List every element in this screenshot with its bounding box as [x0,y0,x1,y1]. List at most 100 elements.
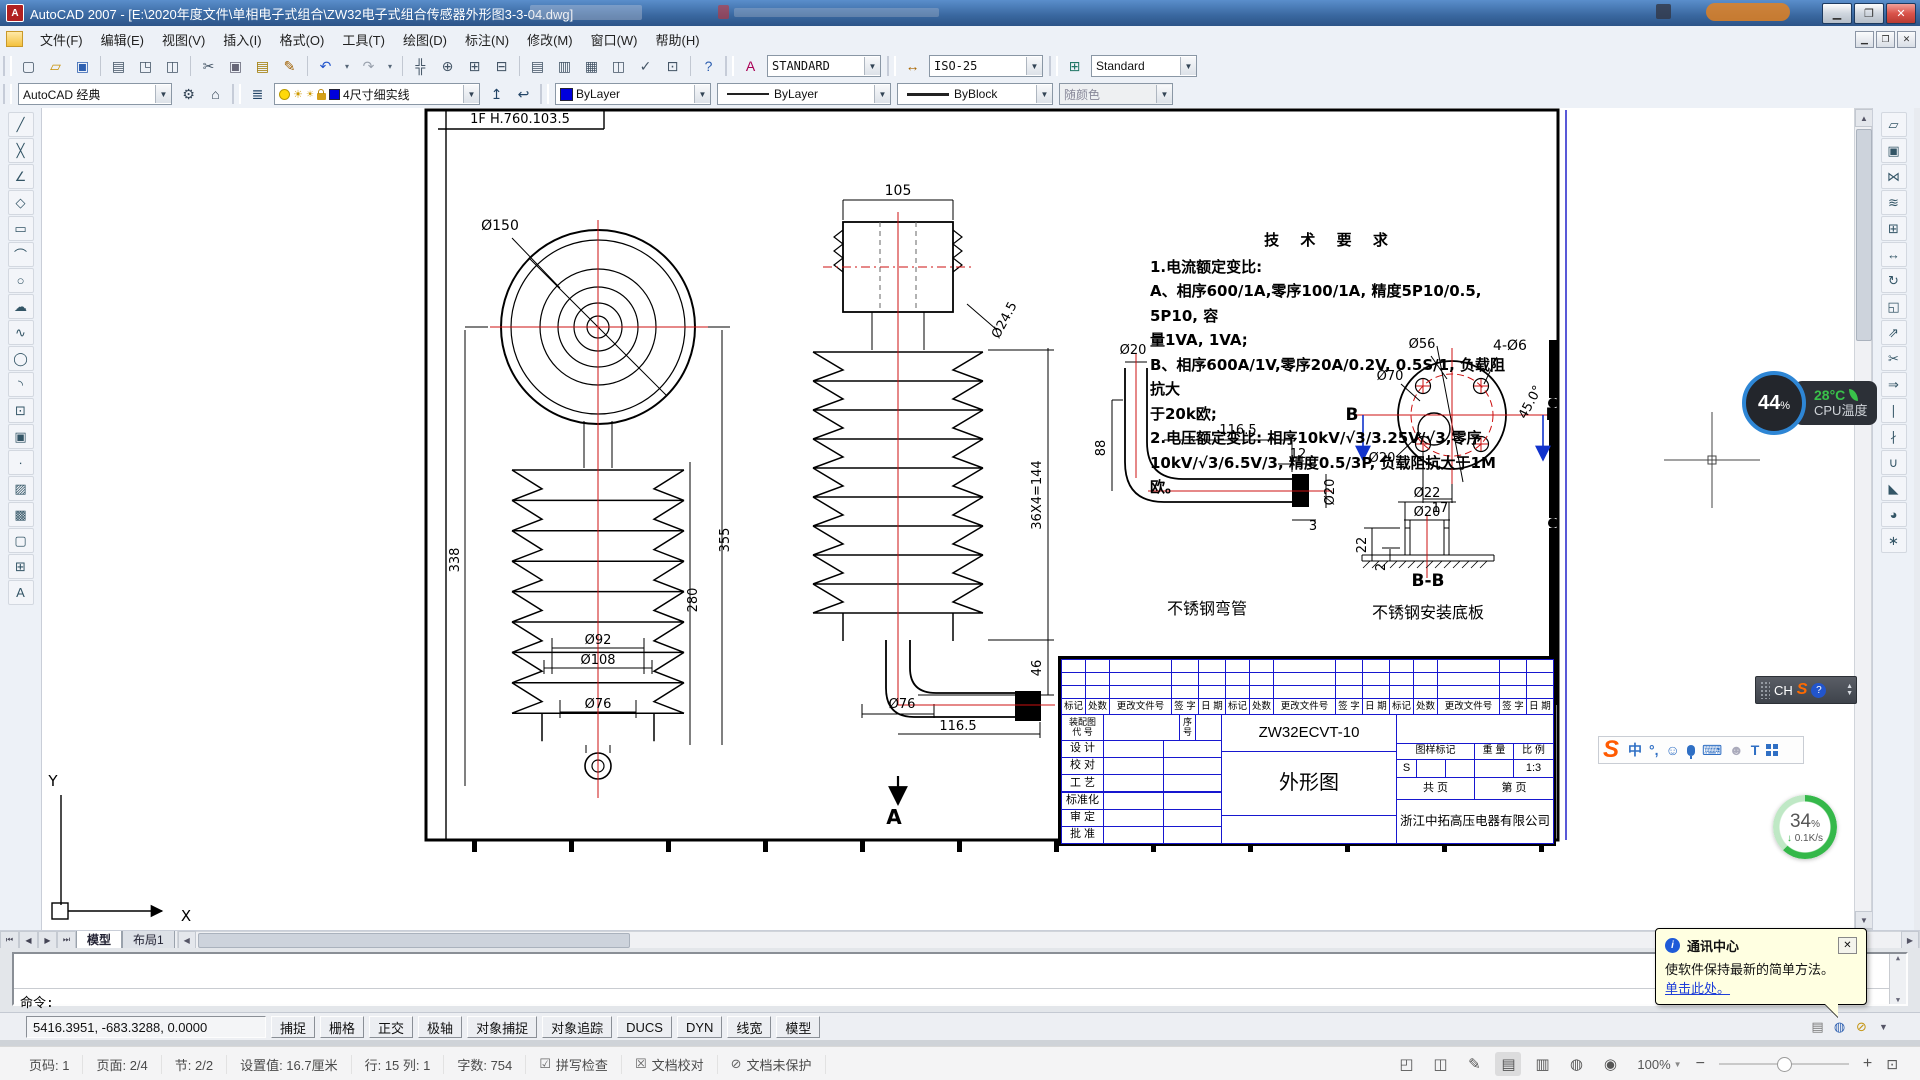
stretch-icon[interactable]: ⇗ [1881,320,1907,345]
layer-previous-icon[interactable]: ↩ [511,82,536,106]
chinese-mode-icon[interactable]: 中 [1628,740,1642,760]
first-tab-icon[interactable]: ⏮ [0,931,19,949]
text-style-combo[interactable]: STANDARD ▼ [767,55,881,77]
toolbar-grip[interactable] [1049,56,1058,76]
revision-cloud-icon[interactable]: ☁ [8,294,34,319]
gradient-icon[interactable]: ▩ [8,502,34,527]
wps-status-item[interactable]: 页面: 2/4 [83,1055,161,1074]
properties-icon[interactable]: ▤ [525,54,550,78]
region-icon[interactable]: ▢ [8,528,34,553]
table-icon[interactable]: ⊞ [8,554,34,579]
spline-icon[interactable]: ∿ [8,320,34,345]
chamfer-icon[interactable]: ◣ [1881,476,1907,501]
ellipse-icon[interactable]: ◯ [8,346,34,371]
new-file-icon[interactable]: ▢ [16,54,41,78]
color-combo[interactable]: ByLayer ▼ [555,83,711,105]
sogou-icon[interactable]: S [1797,681,1808,699]
layer-combo[interactable]: ☀ ☀ 4尺寸细实线 ▼ [274,83,480,105]
close-button[interactable]: ✕ [1886,3,1916,24]
sogou-logo-icon[interactable]: S [1603,736,1619,764]
join-icon[interactable]: ∪ [1881,450,1907,475]
ellipse-arc-icon[interactable]: ◝ [8,372,34,397]
command-prompt[interactable]: 命令: [14,989,1906,1014]
menu-d[interactable]: 绘图(D) [394,27,456,52]
polyline-icon[interactable]: ∠ [8,164,34,189]
menu-i[interactable]: 插入(I) [214,27,270,52]
copy-clip-icon[interactable]: ▣ [223,54,248,78]
zoom-previous-icon[interactable]: ⊟ [489,54,514,78]
scroll-down-icon[interactable]: ▼ [1855,911,1873,929]
toolbar-grip[interactable] [725,56,734,76]
pen-mode-icon[interactable]: ✎ [1461,1052,1487,1076]
my-workspace-icon[interactable]: ⌂ [203,82,228,106]
plot-preview-icon[interactable]: ◳ [133,54,158,78]
zoom-window-icon[interactable]: ⊞ [462,54,487,78]
tab-layout1[interactable]: 布局1 [122,931,175,949]
redo-icon[interactable]: ↷ [356,54,381,78]
prev-tab-icon[interactable]: ◀ [19,931,38,949]
save-icon[interactable]: ▣ [70,54,95,78]
circle-icon[interactable]: ○ [8,268,34,293]
line-icon[interactable]: ╱ [8,112,34,137]
trim-icon[interactable]: ✂ [1881,346,1907,371]
tool-palettes-icon[interactable]: ▦ [579,54,604,78]
zoom-realtime-icon[interactable]: ⊕ [435,54,460,78]
lineweight-combo[interactable]: ByBlock ▼ [897,83,1053,105]
layer-thaw-icon[interactable]: ☀ [293,88,303,101]
toggle-对象追踪[interactable]: 对象追踪 [542,1016,612,1038]
chevron-down-icon[interactable]: ▼ [463,85,479,103]
balloon-link[interactable]: 单击此处。 [1665,981,1730,996]
insert-block-icon[interactable]: ⊡ [8,398,34,423]
polygon-icon[interactable]: ◇ [8,190,34,215]
doc-restore-button[interactable]: ❐ [1876,31,1895,48]
explode-icon[interactable]: ∗ [1881,528,1907,553]
linetype-combo[interactable]: ByLayer ▼ [717,83,891,105]
toolbar-grip[interactable] [3,56,12,76]
zoom-in-button[interactable]: + [1863,1055,1872,1073]
account-icon[interactable]: ☻ [1729,742,1744,758]
undo-dropdown-icon[interactable]: ▾ [340,54,354,78]
language-bar[interactable]: CH S ? ▲▼ [1755,676,1857,704]
zoom-level[interactable]: 100%▼ [1637,1057,1681,1072]
emoji-icon[interactable]: ☺ [1666,742,1680,758]
menu-h[interactable]: 帮助(H) [647,27,709,52]
two-page-icon[interactable]: ◫ [1427,1052,1453,1076]
menu-v[interactable]: 视图(V) [153,27,214,52]
toolbox-icon[interactable] [1766,744,1778,756]
chevron-down-icon[interactable]: ▼ [874,85,890,103]
chevron-down-icon[interactable]: ▼ [155,85,171,103]
workspace-combo[interactable]: AutoCAD 经典 ▼ [18,83,172,105]
zoom-out-button[interactable]: − [1696,1055,1705,1073]
drag-handle[interactable] [1760,681,1770,699]
wps-status-item[interactable]: 设置值: 16.7厘米 [227,1055,352,1074]
chevron-down-icon[interactable]: ▼ [1026,57,1042,75]
vertical-scrollbar[interactable]: ▲ ▼ [1854,108,1872,930]
page-view-icon[interactable]: ▤ [1495,1052,1521,1076]
undo-icon[interactable]: ↶ [313,54,338,78]
menu-t[interactable]: 工具(T) [333,27,394,52]
menu-o[interactable]: 格式(O) [271,27,334,52]
communication-center-icon[interactable]: ◍ [1831,1019,1848,1036]
toggle-对象捕捉[interactable]: 对象捕捉 [467,1016,537,1038]
designcenter-icon[interactable]: ▥ [552,54,577,78]
title-bar[interactable]: A AutoCAD 2007 - [E:\2020年度文件\单相电子式组合\ZW… [0,0,1920,26]
pan-icon[interactable]: ╬ [408,54,433,78]
array-icon[interactable]: ⊞ [1881,216,1907,241]
web-view-icon[interactable]: ◍ [1563,1052,1589,1076]
balloon-close-icon[interactable]: ✕ [1838,937,1857,954]
toggle-DYN[interactable]: DYN [677,1016,722,1038]
cpu-monitor-widget[interactable]: 44% 28°C CPU温度 [1742,372,1894,434]
tab-model[interactable]: 模型 [76,931,122,949]
minimize-button[interactable]: ▁ [1822,3,1852,24]
rectangle-icon[interactable]: ▭ [8,216,34,241]
toolbar-grip[interactable] [232,84,241,104]
chevron-down-icon[interactable]: ▼ [1036,85,1052,103]
wps-status-item[interactable]: 行: 15 列: 1 [352,1055,445,1074]
toggle-模型[interactable]: 模型 [776,1016,820,1038]
dim-style-combo[interactable]: ISO-25 ▼ [929,55,1043,77]
layer-vp-icon[interactable]: ☀ [306,89,314,100]
help-icon[interactable]: ? [696,54,721,78]
layer-lock-icon[interactable] [317,93,326,100]
sheet-set-icon[interactable]: ◫ [606,54,631,78]
wps-status-item[interactable]: ⊘文档未保护 [718,1055,826,1074]
